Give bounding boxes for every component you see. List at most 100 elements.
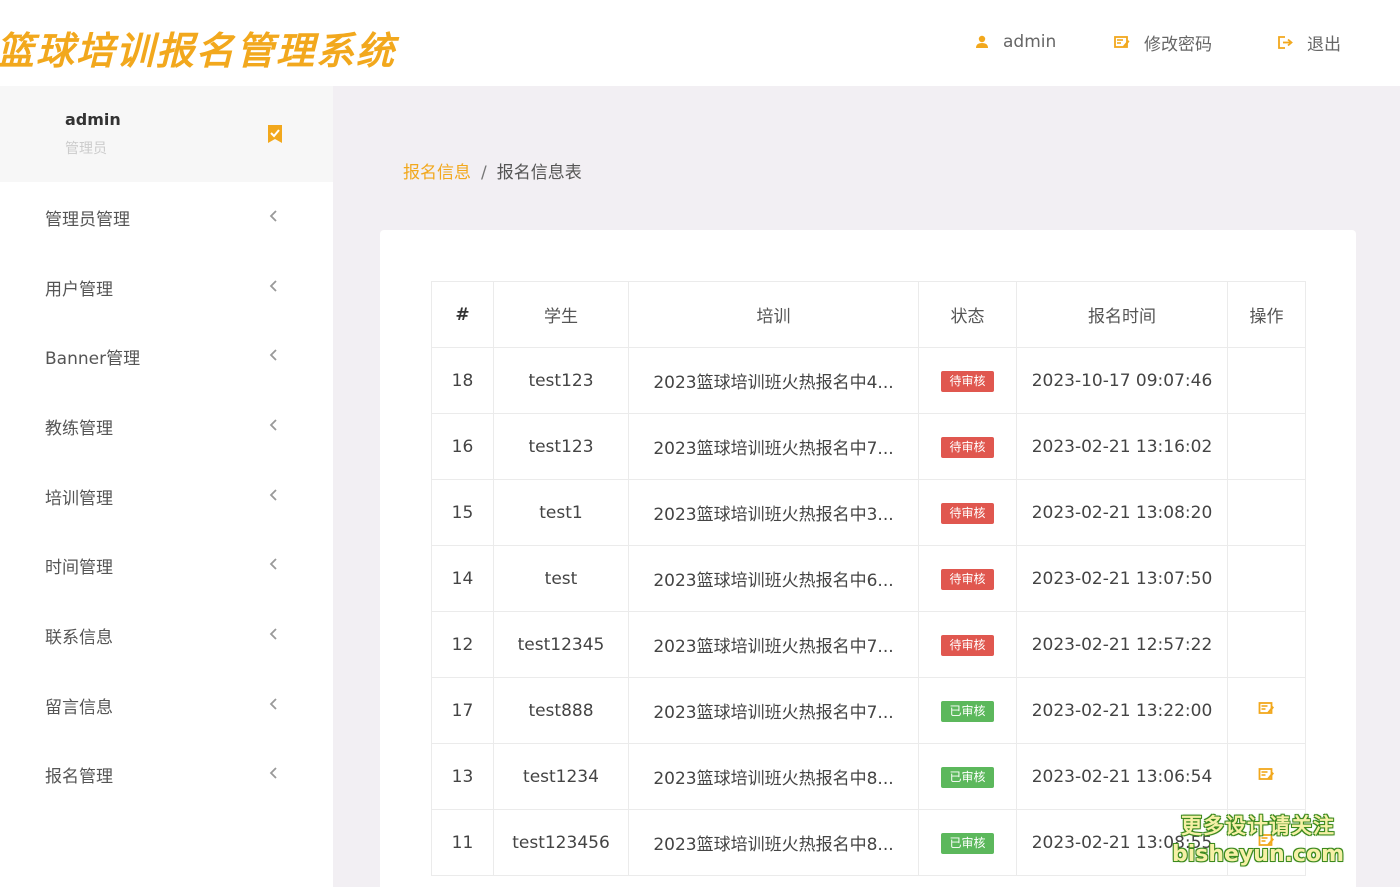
- edit-icon[interactable]: [1258, 767, 1275, 787]
- table-row: 14 test 2023篮球培训班火热报名中6... 待审核 2023-02-21 13…: [431, 545, 1306, 612]
- cell-status: 已审核: [918, 677, 1017, 744]
- chevron-left-icon: [269, 419, 277, 431]
- breadcrumb-current: 报名信息表: [496, 163, 582, 183]
- cell-student: test1234: [493, 743, 629, 810]
- table-row: 15 test1 2023篮球培训班火热报名中3... 待审核 2023-02-21 1…: [431, 479, 1306, 546]
- column-header-time: 报名时间: [1016, 281, 1228, 348]
- cell-id: 14: [431, 545, 494, 612]
- sidebar-item-user-management[interactable]: 用户管理: [0, 257, 333, 315]
- cell-status: 已审核: [918, 743, 1017, 810]
- chevron-left-icon: [269, 280, 277, 292]
- sidebar: admin 管理员 管理员管理 用户管理 Banner管理 教练管理 培训管理 …: [0, 86, 333, 887]
- user-menu[interactable]: admin: [975, 28, 1056, 56]
- bookmark-check-icon[interactable]: [266, 124, 284, 148]
- cell-id: 17: [431, 677, 494, 744]
- cell-action: [1227, 479, 1306, 546]
- sidebar-item-registration-management[interactable]: 报名管理: [0, 744, 333, 802]
- change-password-label: 修改密码: [1144, 34, 1212, 55]
- sidebar-item-training-management[interactable]: 培训管理: [0, 466, 333, 524]
- cell-status: 待审核: [918, 545, 1017, 612]
- cell-time: 2023-10-17 09:07:46: [1016, 347, 1228, 414]
- chevron-left-icon: [269, 558, 277, 570]
- sidebar-item-label: 培训管理: [45, 489, 113, 509]
- cell-time: 2023-02-21 13:07:50: [1016, 545, 1228, 612]
- status-badge: 已审核: [941, 700, 994, 722]
- edit-icon[interactable]: [1258, 701, 1275, 721]
- cell-id: 18: [431, 347, 494, 414]
- sidebar-item-contact-info[interactable]: 联系信息: [0, 605, 333, 663]
- registration-table: # 学生 培训 状态 报名时间 操作 18 test123 2023篮球培训班火热报…: [431, 281, 1306, 876]
- sidebar-item-time-management[interactable]: 时间管理: [0, 535, 333, 593]
- cell-id: 15: [431, 479, 494, 546]
- cell-action: [1227, 743, 1306, 810]
- logout-link[interactable]: 退出: [1277, 28, 1341, 56]
- content-panel: # 学生 培训 状态 报名时间 操作 18 test123 2023篮球培训班火热报…: [380, 230, 1356, 887]
- sidebar-item-label: 时间管理: [45, 558, 113, 578]
- sidebar-item-banner-management[interactable]: Banner管理: [0, 326, 333, 384]
- cell-training: 2023篮球培训班火热报名中3...: [628, 479, 919, 546]
- status-badge: 待审核: [941, 370, 994, 392]
- cell-id: 11: [431, 809, 494, 876]
- watermark-line2: bisheyun.com: [1172, 842, 1345, 867]
- cell-training: 2023篮球培训班火热报名中8...: [628, 809, 919, 876]
- cell-student: test: [493, 545, 629, 612]
- status-badge: 已审核: [941, 832, 994, 854]
- breadcrumb-parent-link[interactable]: 报名信息: [403, 163, 471, 183]
- status-badge: 待审核: [941, 436, 994, 458]
- sidebar-item-label: 管理员管理: [45, 210, 130, 230]
- app-logo-title: 篮球培训报名管理系统: [0, 28, 397, 73]
- cell-student: test123: [493, 413, 629, 480]
- cell-time: 2023-02-21 13:22:00: [1016, 677, 1228, 744]
- user-name-label: admin: [1003, 32, 1057, 52]
- cell-status: 待审核: [918, 479, 1017, 546]
- column-header-training: 培训: [628, 281, 919, 348]
- cell-training: 2023篮球培训班火热报名中7...: [628, 413, 919, 480]
- chevron-left-icon: [269, 210, 277, 222]
- cell-action: [1227, 545, 1306, 612]
- cell-student: test123456: [493, 809, 629, 876]
- cell-action: [1227, 347, 1306, 414]
- column-header-status: 状态: [918, 281, 1017, 348]
- logout-label: 退出: [1307, 34, 1341, 55]
- watermark: 更多设计请关注 bisheyun.com: [1172, 810, 1344, 867]
- cell-status: 待审核: [918, 611, 1017, 678]
- sidebar-item-coach-management[interactable]: 教练管理: [0, 396, 333, 454]
- cell-student: test888: [493, 677, 629, 744]
- sidebar-item-admin-management[interactable]: 管理员管理: [0, 187, 333, 245]
- cell-action: [1227, 677, 1306, 744]
- cell-training: 2023篮球培训班火热报名中7...: [628, 611, 919, 678]
- cell-status: 待审核: [918, 413, 1017, 480]
- column-header-id: #: [431, 281, 494, 348]
- cell-student: test123: [493, 347, 629, 414]
- cell-time: 2023-02-21 13:16:02: [1016, 413, 1228, 480]
- sidebar-item-label: 报名管理: [45, 767, 113, 787]
- logout-icon: [1278, 35, 1293, 49]
- table-row: 12 test12345 2023篮球培训班火热报名中7... 待审核 2023-02-…: [431, 611, 1306, 678]
- cell-action: [1227, 611, 1306, 678]
- cell-training: 2023篮球培训班火热报名中6...: [628, 545, 919, 612]
- cell-time: 2023-02-21 13:08:20: [1016, 479, 1228, 546]
- table-row: 13 test1234 2023篮球培训班火热报名中8... 已审核 2023-02-2…: [431, 743, 1306, 810]
- status-badge: 待审核: [941, 634, 994, 656]
- chevron-left-icon: [269, 698, 277, 710]
- edit-icon: [1114, 35, 1130, 48]
- sidebar-item-messages[interactable]: 留言信息: [0, 675, 333, 733]
- table-row: 16 test123 2023篮球培训班火热报名中7... 待审核 2023-02-21…: [431, 413, 1306, 480]
- cell-time: 2023-02-21 12:57:22: [1016, 611, 1228, 678]
- chevron-left-icon: [269, 489, 277, 501]
- user-icon: [976, 35, 988, 48]
- table-row: 17 test888 2023篮球培训班火热报名中7... 已审核 2023-02-21…: [431, 677, 1306, 744]
- table-header-row: # 学生 培训 状态 报名时间 操作: [431, 281, 1306, 348]
- sidebar-item-label: 留言信息: [45, 698, 113, 718]
- watermark-line1: 更多设计请关注: [1181, 814, 1336, 838]
- status-badge: 已审核: [941, 766, 994, 788]
- top-bar: 篮球培训报名管理系统 admin 修改密码 退出: [0, 0, 1400, 86]
- sidebar-item-label: 用户管理: [45, 280, 113, 300]
- breadcrumb: 报名信息 / 报名信息表: [403, 158, 582, 183]
- cell-action: [1227, 413, 1306, 480]
- change-password-link[interactable]: 修改密码: [1114, 28, 1212, 56]
- cell-training: 2023篮球培训班火热报名中8...: [628, 743, 919, 810]
- table-row: 18 test123 2023篮球培训班火热报名中4... 待审核 2023-10-17…: [431, 347, 1306, 414]
- column-header-student: 学生: [493, 281, 629, 348]
- sidebar-item-label: 教练管理: [45, 419, 113, 439]
